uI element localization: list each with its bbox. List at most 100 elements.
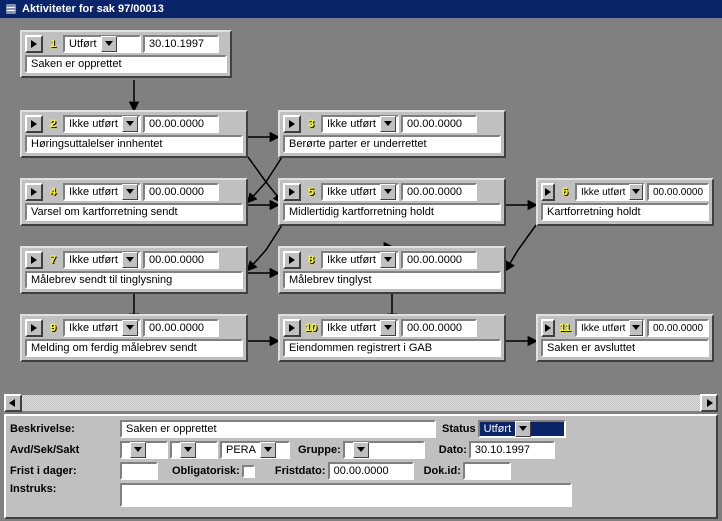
dokid-field[interactable] — [463, 462, 511, 480]
chevron-down-icon[interactable] — [122, 252, 138, 268]
date-field[interactable]: 00.00.0000 — [401, 115, 477, 133]
play-icon[interactable] — [283, 115, 301, 133]
horizontal-scrollbar[interactable] — [4, 394, 718, 412]
status-dropdown[interactable]: Ikke utført — [321, 319, 399, 337]
node-id: 5 — [303, 186, 319, 198]
activity-node-11[interactable]: 11 Ikke utført 00.00.0000 Saken er avslu… — [536, 314, 714, 362]
label-obligatorisk: Obligatorisk: — [172, 465, 240, 477]
date-field[interactable]: 00.00.0000 — [401, 251, 477, 269]
node-description[interactable]: Saken er avsluttet — [541, 339, 709, 357]
activity-node-1[interactable]: 1 Utført 30.10.1997 Saken er opprettet — [20, 30, 232, 78]
activity-node-6[interactable]: 6 Ikke utført 00.00.0000 Kartforretning … — [536, 178, 714, 226]
play-icon[interactable] — [541, 183, 555, 201]
node-description[interactable]: Kartforretning holdt — [541, 203, 709, 221]
chevron-down-icon[interactable] — [101, 36, 117, 52]
chevron-down-icon[interactable] — [629, 320, 643, 336]
status-dropdown[interactable]: Ikke utført — [63, 319, 141, 337]
label-status: Status — [442, 423, 476, 435]
chevron-down-icon[interactable] — [515, 421, 531, 437]
status-dropdown[interactable]: Ikke utført — [321, 115, 399, 133]
play-icon[interactable] — [25, 183, 43, 201]
node-id: 3 — [303, 118, 319, 130]
status-dropdown-form[interactable]: Utført — [478, 420, 566, 438]
node-description[interactable]: Målebrev sendt til tinglysning — [25, 271, 243, 289]
obligatorisk-checkbox[interactable] — [242, 465, 255, 478]
gruppe-dropdown[interactable] — [343, 441, 425, 459]
status-dropdown[interactable]: Ikke utført — [321, 251, 399, 269]
status-dropdown[interactable]: Ikke utført — [321, 183, 399, 201]
dato-field[interactable]: 30.10.1997 — [469, 441, 555, 459]
activity-node-5[interactable]: 5 Ikke utført 00.00.0000 Midlertidig kar… — [278, 178, 506, 226]
node-description[interactable]: Midlertidig kartforretning holdt — [283, 203, 501, 221]
chevron-down-icon[interactable] — [353, 442, 369, 458]
chevron-down-icon[interactable] — [380, 184, 396, 200]
activity-node-9[interactable]: 9 Ikke utført 00.00.0000 Melding om ferd… — [20, 314, 248, 362]
play-icon[interactable] — [283, 319, 301, 337]
status-dropdown[interactable]: Ikke utført — [63, 251, 141, 269]
label-avd: Avd/Sek/Sakt — [10, 444, 118, 456]
play-icon[interactable] — [25, 115, 43, 133]
window-title: Aktiviteter for sak 97/00013 — [22, 3, 164, 15]
date-field[interactable]: 00.00.0000 — [647, 183, 709, 201]
node-id: 10 — [303, 322, 319, 334]
avd1-dropdown[interactable] — [120, 441, 168, 459]
play-icon[interactable] — [541, 319, 555, 337]
chevron-down-icon[interactable] — [122, 184, 138, 200]
scroll-left-icon[interactable] — [4, 394, 22, 412]
node-description[interactable]: Berørte parter er underrettet — [283, 135, 501, 153]
chevron-down-icon[interactable] — [122, 320, 138, 336]
node-description[interactable]: Eiendommen registrert i GAB — [283, 339, 501, 357]
chevron-down-icon[interactable] — [180, 442, 196, 458]
chevron-down-icon[interactable] — [629, 184, 643, 200]
status-dropdown[interactable]: Ikke utført — [575, 183, 645, 201]
status-dropdown[interactable]: Ikke utført — [575, 319, 645, 337]
detail-form: Beskrivelse: Saken er opprettet Status U… — [4, 414, 718, 519]
play-icon[interactable] — [25, 251, 43, 269]
frist-field[interactable] — [120, 462, 158, 480]
activity-node-7[interactable]: 7 Ikke utført 00.00.0000 Målebrev sendt … — [20, 246, 248, 294]
date-field[interactable]: 00.00.0000 — [401, 319, 477, 337]
activity-node-2[interactable]: 2 Ikke utført 00.00.0000 Høringsuttalels… — [20, 110, 248, 158]
play-icon[interactable] — [283, 251, 301, 269]
scroll-track[interactable] — [22, 394, 700, 412]
label-instruks: Instruks: — [10, 483, 118, 495]
fristdato-field[interactable]: 00.00.0000 — [328, 462, 414, 480]
activity-node-3[interactable]: 3 Ikke utført 00.00.0000 Berørte parter … — [278, 110, 506, 158]
chevron-down-icon[interactable] — [130, 442, 146, 458]
date-field[interactable]: 00.00.0000 — [143, 183, 219, 201]
activity-node-8[interactable]: 8 Ikke utført 00.00.0000 Målebrev tingly… — [278, 246, 506, 294]
avd2-dropdown[interactable] — [170, 441, 218, 459]
beskrivelse-field[interactable]: Saken er opprettet — [120, 420, 436, 438]
status-dropdown[interactable]: Ikke utført — [63, 115, 141, 133]
chevron-down-icon[interactable] — [122, 116, 138, 132]
node-description[interactable]: Målebrev tinglyst — [283, 271, 501, 289]
instruks-field[interactable] — [120, 483, 572, 507]
chevron-down-icon[interactable] — [380, 320, 396, 336]
date-field[interactable]: 00.00.0000 — [647, 319, 709, 337]
activity-node-4[interactable]: 4 Ikke utført 00.00.0000 Varsel om kartf… — [20, 178, 248, 226]
date-field[interactable]: 30.10.1997 — [143, 35, 219, 53]
status-dropdown[interactable]: Utført — [63, 35, 141, 53]
scroll-right-icon[interactable] — [700, 394, 718, 412]
app-icon — [4, 2, 18, 16]
play-icon[interactable] — [283, 183, 301, 201]
date-field[interactable]: 00.00.0000 — [143, 115, 219, 133]
date-field[interactable]: 00.00.0000 — [143, 319, 219, 337]
node-description[interactable]: Melding om ferdig målebrev sendt — [25, 339, 243, 357]
node-description[interactable]: Varsel om kartforretning sendt — [25, 203, 243, 221]
node-description[interactable]: Saken er opprettet — [25, 55, 227, 73]
node-id: 4 — [45, 186, 61, 198]
date-field[interactable]: 00.00.0000 — [143, 251, 219, 269]
activity-node-10[interactable]: 10 Ikke utført 00.00.0000 Eiendommen reg… — [278, 314, 506, 362]
label-gruppe: Gruppe: — [298, 444, 341, 456]
status-dropdown[interactable]: Ikke utført — [63, 183, 141, 201]
chevron-down-icon[interactable] — [380, 116, 396, 132]
chevron-down-icon[interactable] — [380, 252, 396, 268]
date-field[interactable]: 00.00.0000 — [401, 183, 477, 201]
titlebar: Aktiviteter for sak 97/00013 — [0, 0, 722, 18]
play-icon[interactable] — [25, 319, 43, 337]
node-description[interactable]: Høringsuttalelser innhentet — [25, 135, 243, 153]
chevron-down-icon[interactable] — [260, 442, 276, 458]
play-icon[interactable] — [25, 35, 43, 53]
avd3-dropdown[interactable]: PERA — [220, 441, 290, 459]
